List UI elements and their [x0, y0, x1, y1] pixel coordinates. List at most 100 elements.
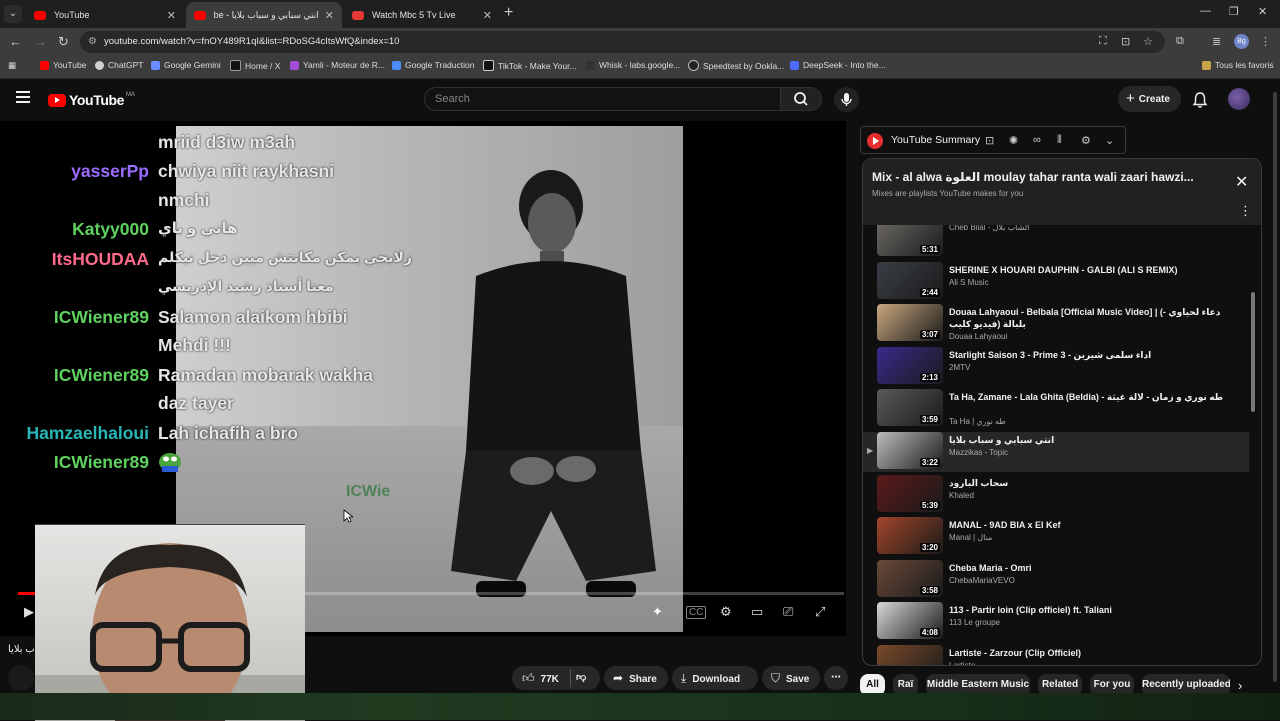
save-button[interactable]: ⛉ Save — [762, 666, 820, 690]
video-thumbnail[interactable]: 2:13 — [877, 346, 943, 384]
video-thumbnail[interactable]: 3:07 — [877, 304, 943, 342]
playlist-item[interactable]: 4:08 113 - Partir loin (Clip officiel) ft… — [863, 602, 1249, 642]
bookmark-star-icon[interactable]: ☆ — [1143, 35, 1153, 48]
playlist-scrollbar[interactable] — [1250, 230, 1256, 660]
download-button[interactable]: ⤓ Download — [672, 666, 758, 690]
account-avatar[interactable] — [1228, 88, 1250, 110]
site-info-icon[interactable]: ⚙ — [88, 31, 97, 53]
playlist-item[interactable]: 5:31 Cheb Bilal - الشاب بلال — [863, 225, 1249, 259]
playlist-item[interactable]: Lartiste - Zarzour (Clip Officiel) Lartis… — [863, 645, 1249, 665]
video-thumbnail[interactable]: 5:31 — [877, 225, 943, 256]
miniplayer-icon[interactable]: ▭ — [751, 604, 763, 620]
ai-sparkle-icon[interactable]: ✦ — [652, 604, 663, 620]
video-title[interactable]: MANAL - 9AD BIA x El Kef — [949, 519, 1239, 531]
translate-icon[interactable]: ⛶ — [1099, 35, 1107, 48]
video-title[interactable]: Ta Ha, Zamane - Lala Ghita (Beldia) - طه… — [949, 391, 1239, 403]
bookmark-gemini[interactable]: Google Gemini — [151, 60, 221, 70]
video-thumbnail[interactable]: 3:58 — [877, 559, 943, 597]
reading-list-icon[interactable]: ≣ — [1212, 35, 1221, 48]
bookmark-whisk[interactable]: Whisk - labs.google... — [586, 60, 680, 70]
video-title[interactable]: SHERINE X HOUARI DAUPHIN - GALBI (ALI S … — [949, 264, 1239, 276]
more-vertical-icon[interactable]: ⋮ — [1239, 203, 1252, 219]
browser-tab-active-video[interactable]: انتي سبابي و سباب بلايا - YouTube ✕ — [186, 2, 342, 28]
video-thumbnail[interactable]: 2:44 — [877, 261, 943, 299]
video-thumbnail[interactable]: 3:20 — [877, 517, 943, 555]
back-icon[interactable]: ← — [9, 34, 22, 49]
profile-avatar[interactable]: Bg — [1234, 34, 1249, 49]
close-window-icon[interactable]: ✕ — [1258, 5, 1267, 18]
search-button[interactable] — [781, 87, 822, 111]
robot-icon[interactable]: ⊡ — [985, 134, 994, 147]
playlist-item[interactable]: 2:44 SHERINE X HOUARI DAUPHIN - GALBI (AL… — [863, 261, 1249, 302]
new-tab-icon[interactable]: + — [504, 4, 513, 22]
tab-search-button[interactable]: ⌄ — [4, 5, 22, 23]
close-tab-icon[interactable]: ✕ — [483, 9, 492, 22]
bookmark-x[interactable]: Home / X — [230, 60, 280, 71]
video-thumbnail[interactable]: 3:22 — [877, 432, 943, 469]
playlist-item[interactable]: 3:58 Cheba Maria - Omri ChebaMariaVEVO — [863, 559, 1249, 600]
playlist-item[interactable]: 3:20 MANAL - 9AD BIA x El Kef Manal | منال — [863, 517, 1249, 557]
video-title[interactable]: Douaa Lahyaoui - Belbala [Official Music… — [949, 306, 1239, 330]
video-thumbnail[interactable]: 3:59 — [877, 389, 943, 427]
bookmark-youtube[interactable]: YouTube — [40, 60, 86, 70]
video-title[interactable]: Starlight Saison 3 - Prime 3 - اداء سلمى… — [949, 349, 1239, 361]
video-title[interactable]: Cheba Maria - Omri — [949, 562, 1239, 574]
close-tab-icon[interactable]: ✕ — [325, 9, 334, 22]
menu-icon[interactable] — [16, 91, 30, 106]
chevron-down-icon[interactable]: ⌄ — [1105, 134, 1114, 147]
minimize-icon[interactable]: — — [1200, 5, 1211, 17]
create-button[interactable]: + Create — [1118, 86, 1181, 112]
playlist-item[interactable]: 2:13 Starlight Saison 3 - Prime 3 - اداء … — [863, 346, 1249, 387]
browser-menu-icon[interactable]: ⋮ — [1260, 35, 1271, 48]
close-icon[interactable]: ✕ — [1235, 172, 1248, 192]
video-title[interactable]: Lartiste - Zarzour (Clip Officiel) — [949, 647, 1239, 659]
youtube-logo[interactable]: YouTube MA — [48, 92, 135, 108]
glasses-icon[interactable]: ∞ — [1033, 134, 1041, 146]
search-input[interactable]: Search — [424, 87, 781, 111]
apps-icon[interactable]: ▦ — [8, 60, 16, 71]
playlist-item[interactable]: 5:39 سحاب البارود Khaled — [863, 474, 1249, 515]
forward-icon[interactable]: → — [34, 34, 47, 49]
thumbs-down-icon[interactable]: 👎︎ — [576, 666, 586, 690]
playlist-item[interactable]: 3:59 Ta Ha, Zamane - Lala Ghita (Beldia) … — [863, 389, 1249, 429]
playlist-item-current[interactable]: ▶ 3:22 انتي سبابي و سباب بلايا Mazzikas - T… — [863, 432, 1249, 472]
openai-icon[interactable]: ✺ — [1009, 134, 1018, 147]
video-thumbnail[interactable]: 4:08 — [877, 602, 943, 640]
captions-icon[interactable]: CC — [686, 606, 707, 619]
video-thumbnail[interactable]: 5:39 — [877, 474, 943, 512]
bookmark-chatgpt[interactable]: ChatGPT — [95, 60, 143, 70]
playlist-title[interactable]: Mix - al alwa العلوة moulay tahar ranta … — [872, 170, 1212, 184]
all-bookmarks[interactable]: Tous les favoris — [1202, 60, 1274, 70]
like-button[interactable]: 👍︎ 77K 👎︎ — [512, 666, 600, 690]
play-icon[interactable]: ▶ — [24, 604, 34, 620]
youtube-summary-extension[interactable]: YouTube Summary ⊡ ✺ ∞ ⦀ ⚙ ⌄ — [860, 126, 1126, 154]
channel-avatar[interactable] — [8, 665, 34, 691]
bookmark-translate[interactable]: Google Traduction — [392, 60, 474, 70]
share-button[interactable]: ➦ Share — [604, 666, 668, 690]
browser-tab-youtube[interactable]: YouTube ✕ — [26, 2, 184, 28]
video-title[interactable]: سحاب البارود — [949, 477, 1239, 489]
more-actions-button[interactable]: ⋯ — [824, 666, 848, 690]
install-icon[interactable]: ⊡ — [1121, 35, 1130, 48]
settings-icon[interactable]: ⚙ — [1081, 134, 1091, 147]
playlist-item[interactable]: 3:07 Douaa Lahyaoui - Belbala [Official M… — [863, 304, 1249, 344]
video-thumbnail[interactable] — [877, 645, 943, 665]
video-title[interactable]: انتي سبابي و سباب بلايا — [949, 434, 1239, 446]
audio-icon[interactable]: ⦀ — [1057, 134, 1062, 147]
voice-search-button[interactable] — [834, 87, 859, 112]
chevron-right-icon[interactable]: › — [1238, 678, 1242, 693]
page-scrollbar[interactable] — [1272, 82, 1278, 692]
restore-icon[interactable]: ❐ — [1229, 5, 1239, 18]
bookmark-deepseek[interactable]: DeepSeek - Into the... — [790, 60, 886, 70]
fullscreen-icon[interactable]: ⤢ — [815, 604, 825, 620]
browser-tab-mbc5[interactable]: Watch Mbc 5 Tv Live ✕ — [344, 2, 500, 28]
bookmark-yamli[interactable]: Yamli - Moteur de R... — [290, 60, 385, 70]
reload-icon[interactable]: ↻ — [58, 34, 69, 50]
bookmark-speedtest[interactable]: Speedtest by Ookla... — [688, 60, 784, 71]
settings-icon[interactable]: ⚙ — [720, 604, 732, 620]
close-tab-icon[interactable]: ✕ — [167, 9, 176, 22]
cast-icon[interactable]: ⎚ — [783, 604, 793, 620]
notifications-button[interactable] — [1192, 91, 1208, 114]
url-field[interactable]: ⚙ youtube.com/watch?v=fnOY489R1qI&list=R… — [80, 31, 1165, 53]
bookmark-tiktok[interactable]: TikTok - Make Your... — [483, 60, 577, 71]
